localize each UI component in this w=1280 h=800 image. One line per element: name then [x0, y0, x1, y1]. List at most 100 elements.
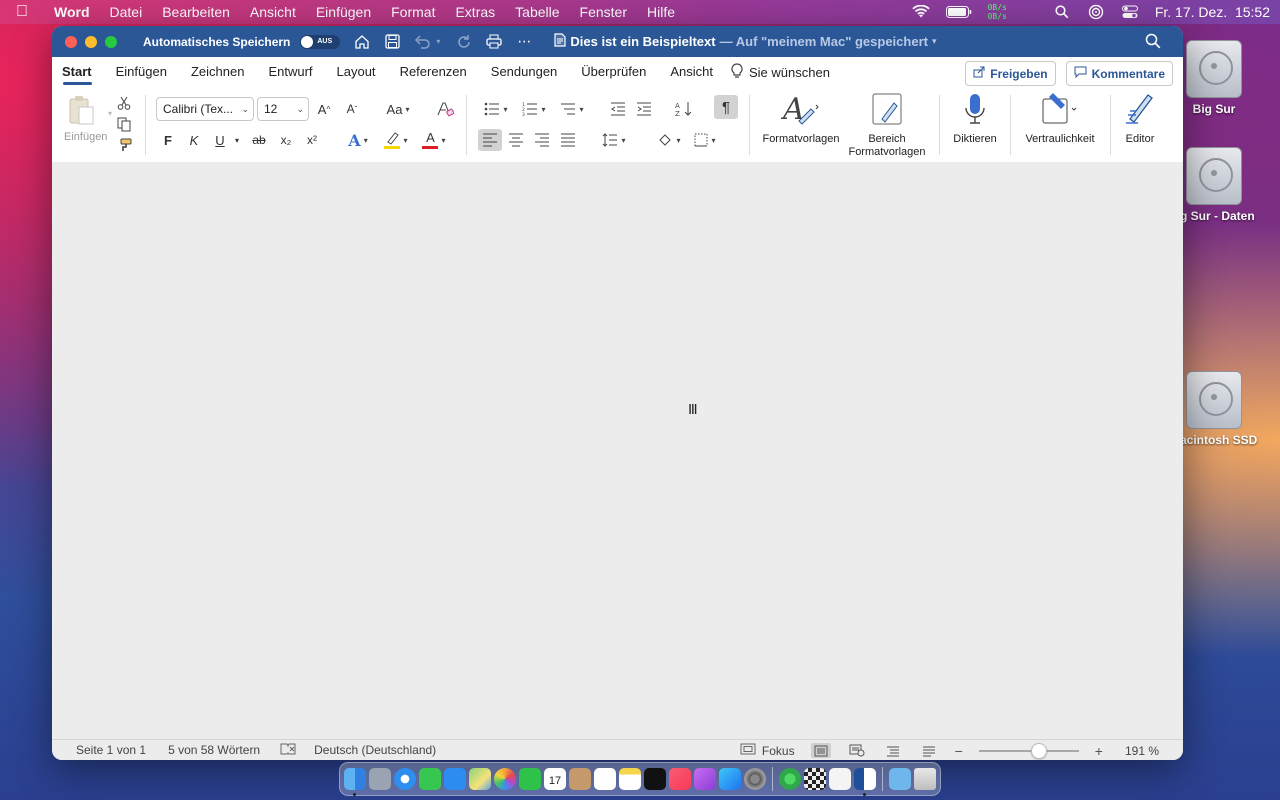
increase-indent-button[interactable]: [634, 98, 654, 120]
zoom-in-button[interactable]: +: [1095, 743, 1103, 759]
highlight-color-button[interactable]: ▾: [380, 129, 412, 151]
dock-messages-icon[interactable]: [419, 768, 441, 790]
shading-button[interactable]: ▾: [654, 129, 684, 151]
apple-menu-icon[interactable]: : [0, 3, 44, 21]
clear-formatting-button[interactable]: [435, 98, 455, 120]
editor-button[interactable]: Editor: [1114, 93, 1166, 146]
zoom-window-button[interactable]: [105, 35, 117, 48]
borders-button[interactable]: ▾: [690, 129, 720, 151]
dock-tv-icon[interactable]: [644, 768, 666, 790]
change-case-button[interactable]: Aa ▾: [382, 98, 414, 120]
menu-app-word[interactable]: Word: [44, 0, 100, 24]
align-left-button[interactable]: [478, 129, 502, 151]
document-language[interactable]: Deutsch (Deutschland): [314, 743, 436, 757]
styles-pane-button[interactable]: Bereich Formatvorlagen: [844, 93, 930, 159]
focus-mode-button[interactable]: Fokus: [740, 743, 795, 758]
tab-sendungen[interactable]: Sendungen: [479, 57, 570, 87]
share-button[interactable]: Freigeben: [965, 61, 1056, 86]
italic-button[interactable]: K: [184, 129, 204, 151]
line-spacing-button[interactable]: ▾: [598, 129, 630, 151]
paste-icon[interactable]: [68, 95, 98, 127]
subscript-button[interactable]: x₂: [276, 129, 296, 151]
tab-layout[interactable]: Layout: [325, 57, 388, 87]
web-layout-view-button[interactable]: [847, 743, 867, 758]
menu-format[interactable]: Format: [381, 0, 445, 24]
strikethrough-button[interactable]: ab: [248, 129, 270, 151]
dock-mail-icon[interactable]: [444, 768, 466, 790]
menu-einfuegen[interactable]: Einfügen: [306, 0, 381, 24]
more-options-icon[interactable]: ⋯: [516, 33, 532, 50]
align-right-button[interactable]: [532, 129, 552, 151]
superscript-button[interactable]: x²: [302, 129, 322, 151]
undo-dropdown-icon[interactable]: ▾: [434, 34, 442, 50]
spotlight-search-icon[interactable]: [1053, 5, 1071, 19]
dock-photos-icon[interactable]: [494, 768, 516, 790]
autosave-toggle[interactable]: AUS: [300, 34, 341, 49]
search-icon[interactable]: [1145, 33, 1161, 52]
home-icon[interactable]: [354, 34, 370, 50]
dock-find-my-icon[interactable]: [779, 768, 801, 790]
sort-button[interactable]: AZ: [674, 98, 694, 120]
wifi-icon[interactable]: [911, 5, 930, 19]
print-layout-view-button[interactable]: [810, 743, 831, 758]
dock-app-store-icon[interactable]: [719, 768, 741, 790]
show-formatting-marks-button[interactable]: ¶: [714, 95, 738, 119]
tab-start[interactable]: Start: [52, 57, 104, 87]
shrink-font-button[interactable]: Aˇ: [342, 98, 362, 120]
zoom-out-button[interactable]: −: [955, 743, 963, 759]
tab-einfuegen[interactable]: Einfügen: [104, 57, 179, 87]
comments-button[interactable]: Kommentare: [1065, 61, 1173, 86]
styles-button[interactable]: A Formatvorlagen: [758, 92, 844, 146]
save-icon[interactable]: [384, 34, 400, 50]
menu-ansicht[interactable]: Ansicht: [240, 0, 306, 24]
bullets-button[interactable]: ▾: [480, 98, 512, 120]
proofing-icon[interactable]: [280, 743, 296, 758]
control-center-icon[interactable]: [1121, 5, 1139, 19]
dock-downloads-folder-icon[interactable]: [889, 768, 911, 790]
print-icon[interactable]: [486, 34, 503, 50]
dock-calendar-icon[interactable]: 17: [544, 768, 566, 790]
dictate-button[interactable]: Diktieren: [945, 93, 1005, 146]
decrease-indent-button[interactable]: [608, 98, 628, 120]
undo-icon[interactable]: [414, 34, 431, 50]
redo-icon[interactable]: [456, 34, 472, 50]
tab-ueberpruefen[interactable]: Überprüfen: [569, 57, 658, 87]
tell-me-search[interactable]: Sie wünschen: [725, 62, 830, 82]
draft-view-button[interactable]: [919, 743, 939, 758]
copy-icon[interactable]: [116, 116, 132, 132]
font-size-dropdown[interactable]: 12 ⌄: [257, 97, 309, 121]
dock-notes-icon[interactable]: [619, 768, 641, 790]
underline-button[interactable]: U: [210, 129, 230, 151]
page-count[interactable]: Seite 1 von 1: [76, 743, 146, 757]
dock-music-icon[interactable]: [669, 768, 691, 790]
text-effects-button[interactable]: A ▾: [342, 129, 374, 151]
dock-maps-icon[interactable]: [469, 768, 491, 790]
tab-zeichnen[interactable]: Zeichnen: [179, 57, 256, 87]
minimize-window-button[interactable]: [85, 35, 97, 48]
format-painter-icon[interactable]: [116, 137, 132, 153]
dock-chess-icon[interactable]: [804, 768, 826, 790]
word-count[interactable]: 5 von 58 Wörtern: [168, 743, 260, 757]
close-window-button[interactable]: [65, 35, 77, 48]
document-canvas[interactable]: Ⅲ: [52, 162, 1183, 739]
sensitivity-button[interactable]: Vertraulichkeit: [1016, 93, 1104, 146]
multilevel-list-button[interactable]: ▾: [556, 98, 588, 120]
dock-facetime-icon[interactable]: [519, 768, 541, 790]
align-center-button[interactable]: [506, 129, 526, 151]
font-name-dropdown[interactable]: Calibri (Tex... ⌄: [156, 97, 254, 121]
grow-font-button[interactable]: A ^: [314, 98, 334, 120]
battery-icon[interactable]: [945, 5, 972, 19]
dock-system-preferences-icon[interactable]: [744, 768, 766, 790]
underline-dropdown-icon[interactable]: ▾: [232, 129, 242, 151]
numbering-button[interactable]: 1 2 3 ▾: [518, 98, 550, 120]
dock-word-icon[interactable]: [854, 768, 876, 796]
tab-referenzen[interactable]: Referenzen: [388, 57, 479, 87]
outline-view-button[interactable]: [883, 743, 903, 758]
dock-launchpad-icon[interactable]: [369, 768, 391, 790]
airdrop-icon[interactable]: [1087, 4, 1105, 20]
dock-textedit-icon[interactable]: [829, 768, 851, 790]
zoom-level[interactable]: 191 %: [1125, 744, 1159, 758]
menu-fenster[interactable]: Fenster: [570, 0, 637, 24]
zoom-slider[interactable]: [978, 742, 1079, 759]
menu-extras[interactable]: Extras: [445, 0, 505, 24]
